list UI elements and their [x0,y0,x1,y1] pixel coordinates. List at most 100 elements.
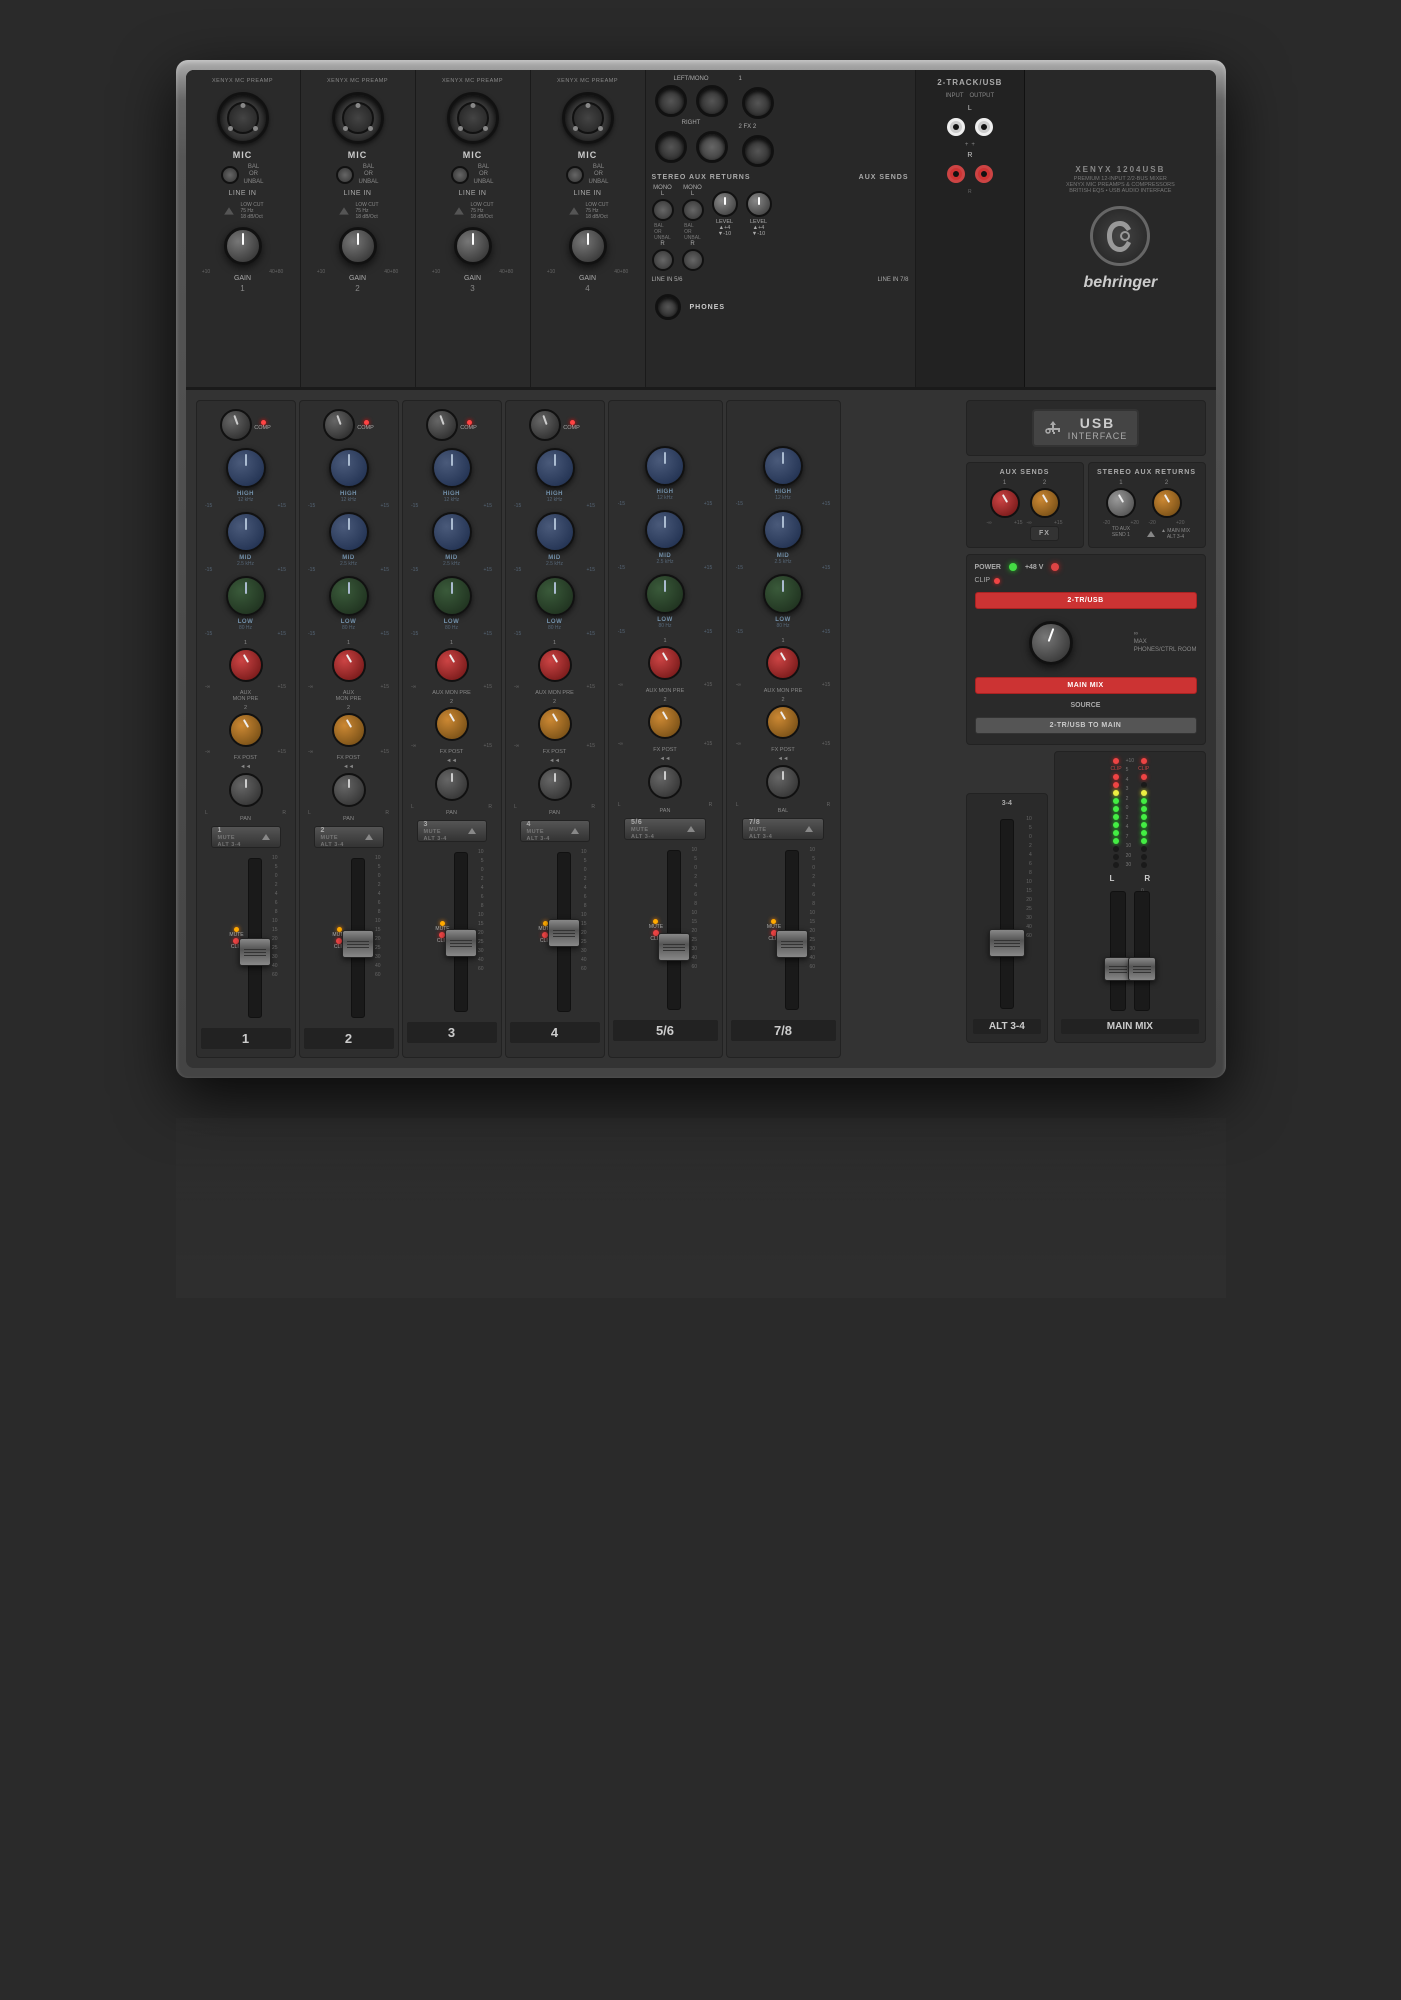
fx-jack-1[interactable] [742,87,774,119]
eq-high-knob-4[interactable] [535,448,575,488]
left-mono-jack-1[interactable] [655,85,687,117]
comp-knob-1[interactable] [220,409,252,441]
eq-high-knob-56[interactable] [645,446,685,486]
xlr-4[interactable] [562,92,614,144]
line-jack-3-left[interactable] [451,166,469,184]
phones-jack[interactable] [655,294,681,320]
mute-button-1[interactable]: 1MUTEALT 3-4 [211,826,281,848]
fx-button[interactable]: FX [1030,526,1059,541]
rca-out-r[interactable] [975,165,993,183]
aux1-knob-4[interactable] [538,648,572,682]
pan-knob-3[interactable] [435,767,469,801]
alt34-fader-handle[interactable] [989,929,1025,957]
right-jack-1[interactable] [655,131,687,163]
main-mix-btn-returns[interactable] [1147,531,1155,537]
aux-fx-knob-4[interactable] [538,707,572,741]
xlr-1[interactable] [217,92,269,144]
2tr-to-main-button[interactable]: 2-TR/USB TO MAIN [975,717,1197,734]
fx-jack-2[interactable] [742,135,774,167]
fader-handle-78[interactable] [776,930,808,958]
fader-handle-56[interactable] [658,933,690,961]
line-jack-4-left[interactable] [566,166,584,184]
pan-knob-78[interactable] [766,765,800,799]
fader-handle-2[interactable] [342,930,374,958]
mic-channel-4: XENYX MC PREAMP MIC BALORUNBAL LINE IN [531,70,646,387]
comp-knob-4[interactable] [529,409,561,441]
comp-knob-2[interactable] [323,409,355,441]
eq-mid-knob-56[interactable] [645,510,685,550]
aux1-knob-56[interactable] [648,646,682,680]
low-cut-btn-3[interactable] [455,207,465,214]
mute-button-56[interactable]: 5/6MUTEALT 3-4 [624,818,706,840]
pan-knob-4[interactable] [538,767,572,801]
aux1-knob-3[interactable] [435,648,469,682]
stereo-return-1-knob[interactable] [1106,488,1136,518]
fader-handle-4[interactable] [548,919,580,947]
pan-knob-56[interactable] [648,765,682,799]
aux1-knob-2[interactable] [332,648,366,682]
mute-button-78[interactable]: 7/8MUTEALT 3-4 [742,818,824,840]
low-cut-btn-2[interactable] [340,207,350,214]
main-mix-source-button[interactable]: MAIN MIX [975,677,1197,694]
aux-fx-knob-1[interactable] [229,713,263,747]
eq-low-knob-3[interactable] [432,576,472,616]
line-jack-2-left[interactable] [336,166,354,184]
eq-mid-knob-4[interactable] [535,512,575,552]
main-r-fader-handle[interactable] [1128,957,1156,981]
eq-low-knob-4[interactable] [535,576,575,616]
line-jack-1-left[interactable] [221,166,239,184]
fader-track-56 [667,850,681,1010]
stereo56-mono-jack[interactable] [652,199,674,221]
eq-mid-knob-1[interactable] [226,512,266,552]
stereo56-r-jack[interactable] [652,249,674,271]
gain-knob-3[interactable] [454,227,492,265]
gain-knob-1[interactable] [224,227,262,265]
gain-knob-4[interactable] [569,227,607,265]
xlr-3[interactable] [447,92,499,144]
aux1-knob-1[interactable] [229,648,263,682]
pan-knob-2[interactable] [332,773,366,807]
aux-fx-knob-2[interactable] [332,713,366,747]
eq-mid-knob-78[interactable] [763,510,803,550]
rca-out-l[interactable] [975,118,993,136]
rca-in-l[interactable] [947,118,965,136]
low-cut-btn-4[interactable] [570,207,580,214]
mute-button-3[interactable]: 3MUTEALT 3-4 [417,820,487,842]
stereo78-mono-jack[interactable] [682,199,704,221]
rca-in-r[interactable] [947,165,965,183]
phones-ctrl-knob[interactable] [1029,621,1073,665]
level56-knob[interactable] [712,191,738,217]
eq-low-knob-78[interactable] [763,574,803,614]
eq-low-knob-56[interactable] [645,574,685,614]
eq-high-knob-78[interactable] [763,446,803,486]
aux-send-2-knob[interactable] [1030,488,1060,518]
mute-button-2[interactable]: 2MUTEALT 3-4 [314,826,384,848]
left-mono-jack-2[interactable] [696,85,728,117]
mute-button-4[interactable]: 4MUTEALT 3-4 [520,820,590,842]
eq-high-knob-2[interactable] [329,448,369,488]
eq-mid-knob-3[interactable] [432,512,472,552]
aux-send-1-knob[interactable] [990,488,1020,518]
aux1-knob-78[interactable] [766,646,800,680]
right-jack-fx[interactable] [696,131,728,163]
fader-handle-1[interactable] [239,938,271,966]
pan-knob-1[interactable] [229,773,263,807]
stereo78-r-jack[interactable] [682,249,704,271]
low-cut-btn-1[interactable] [225,207,235,214]
stereo-return-2-knob[interactable] [1152,488,1182,518]
aux-fx-knob-3[interactable] [435,707,469,741]
comp-knob-3[interactable] [426,409,458,441]
eq-low-knob-1[interactable] [226,576,266,616]
aux-fx-knob-78[interactable] [766,705,800,739]
eq-mid-knob-2[interactable] [329,512,369,552]
eq-low-knob-2[interactable] [329,576,369,616]
aux-fx-knob-56[interactable] [648,705,682,739]
xlr-2[interactable] [332,92,384,144]
fader-handle-3[interactable] [445,929,477,957]
eq-high-knob-1[interactable] [226,448,266,488]
low-cut-3: LOW CUT75 Hz18 dB/Oct [451,202,493,220]
level78-knob[interactable] [746,191,772,217]
gain-knob-2[interactable] [339,227,377,265]
2tr-usb-button[interactable]: 2-TR/USB [975,592,1197,609]
eq-high-knob-3[interactable] [432,448,472,488]
